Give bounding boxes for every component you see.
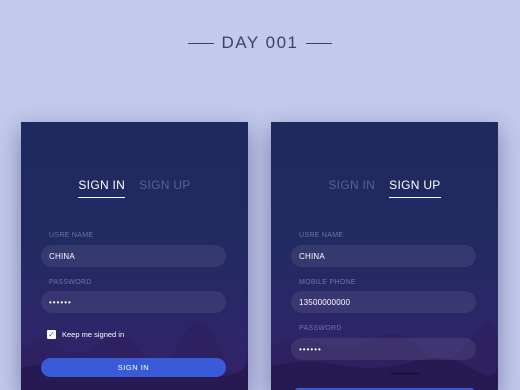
auth-tabs: SIGN IN SIGN UP [21, 178, 248, 198]
page-header: DAY 001 [0, 33, 520, 53]
tab-sign-in[interactable]: SIGN IN [328, 178, 375, 198]
tab-sign-in[interactable]: SIGN IN [78, 178, 126, 198]
auth-tabs: SIGN IN SIGN UP [271, 178, 498, 198]
header-rule-left [187, 42, 214, 44]
tab-sign-up[interactable]: SIGN UP [139, 178, 190, 198]
password-field[interactable]: •••••• [41, 291, 226, 313]
header-rule-right [306, 42, 333, 44]
signup-card: SIGN IN SIGN UP USRE NAME CHINA MOBILE P… [271, 122, 498, 390]
password-field[interactable]: •••••• [291, 338, 476, 360]
mobile-phone-label: MOBILE PHONE [299, 279, 356, 286]
signin-card: SIGN IN SIGN UP USRE NAME CHINA PASSWORD… [21, 122, 248, 390]
password-label: PASSWORD [49, 279, 92, 286]
keep-signed-in-label: Keep me signed in [62, 330, 125, 339]
keep-signed-in[interactable]: ✓ Keep me signed in [47, 330, 124, 339]
tab-sign-up[interactable]: SIGN UP [389, 178, 441, 198]
sign-in-button[interactable]: SIGN IN [41, 358, 226, 377]
username-field[interactable]: CHINA [41, 245, 226, 267]
username-field[interactable]: CHINA [291, 245, 476, 267]
password-label: PASSWORD [299, 325, 342, 332]
keep-signed-in-checkbox[interactable]: ✓ [47, 330, 56, 339]
mobile-phone-field[interactable]: 13500000000 [291, 291, 476, 313]
username-label: USRE NAME [49, 232, 94, 239]
page-title: DAY 001 [221, 33, 299, 52]
checkmark-icon: ✓ [48, 330, 55, 339]
username-label: USRE NAME [299, 232, 344, 239]
